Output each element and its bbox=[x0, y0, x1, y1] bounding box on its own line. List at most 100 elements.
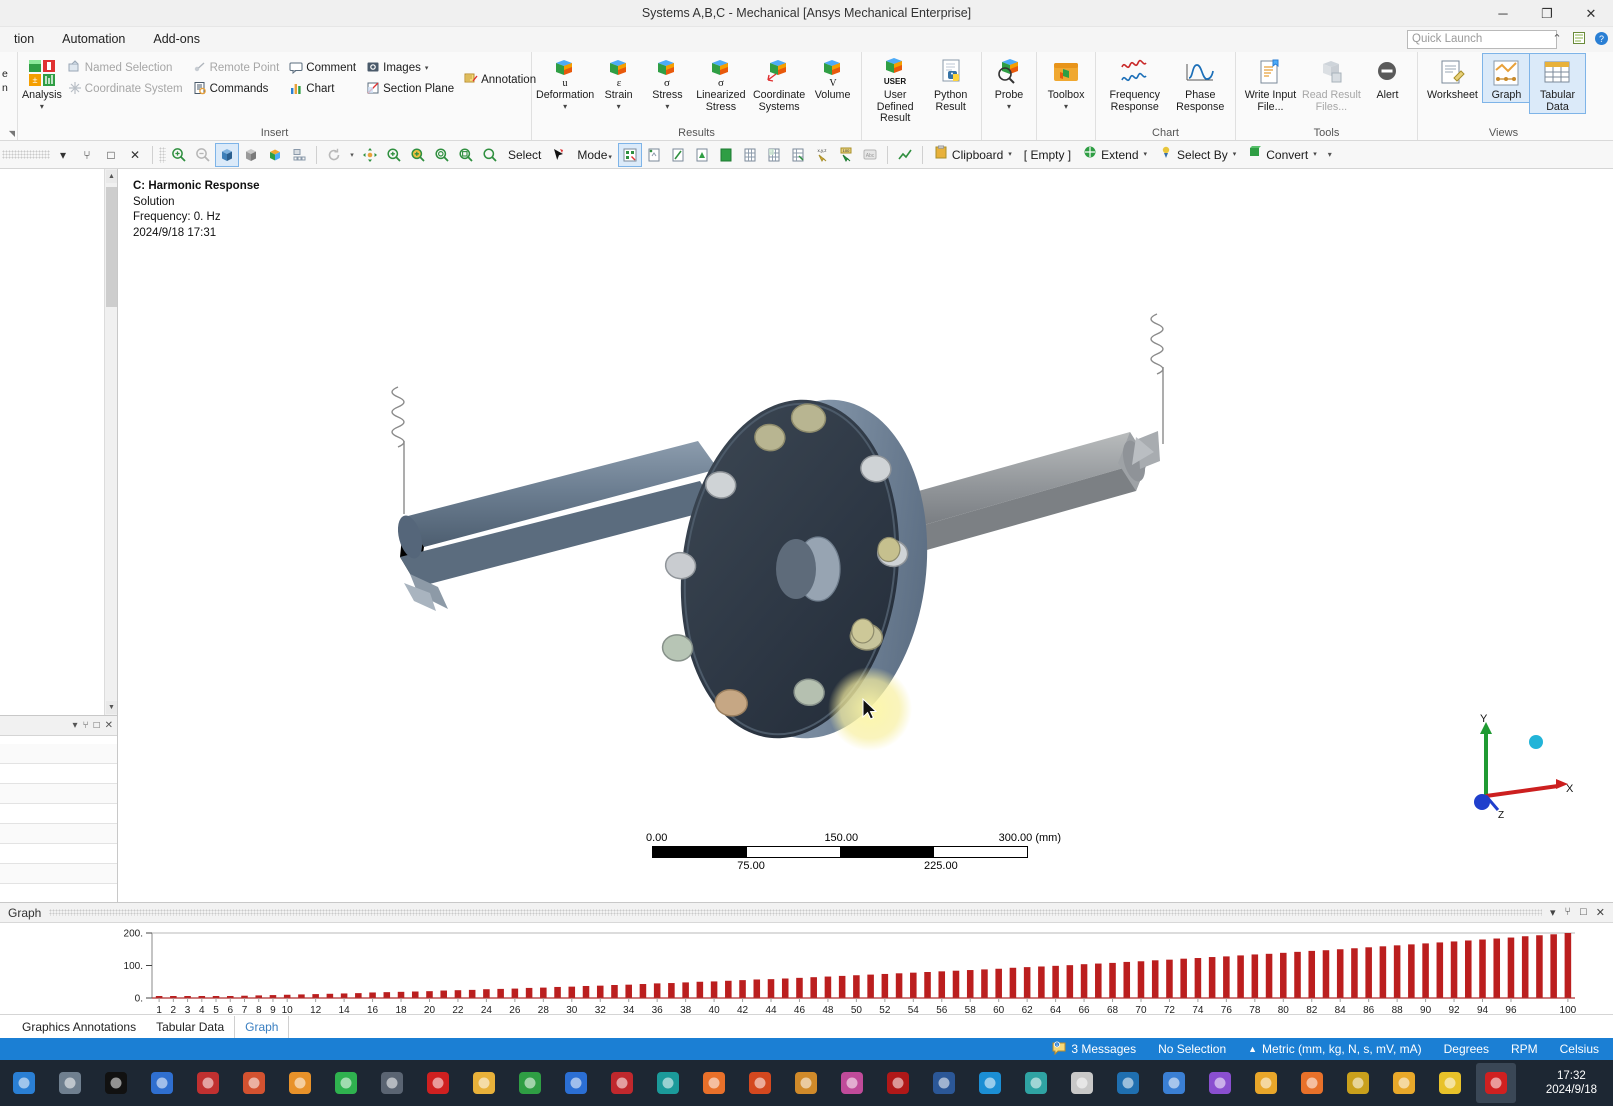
flange-assembly-model[interactable] bbox=[118, 169, 1613, 902]
xyz-probe-icon[interactable]: x,y,z bbox=[811, 144, 833, 166]
zoom-in-icon[interactable] bbox=[168, 144, 190, 166]
comment-button[interactable]: Comment bbox=[285, 58, 360, 78]
scroll-up-icon[interactable]: ▲ bbox=[106, 170, 117, 183]
details-row[interactable] bbox=[0, 824, 117, 844]
taskbar-m-icon[interactable] bbox=[1430, 1063, 1470, 1103]
units-status[interactable]: ▲ Metric (mm, kg, N, s, mV, mA) bbox=[1248, 1042, 1421, 1056]
toolbar-grip[interactable] bbox=[2, 150, 50, 159]
rotate-icon[interactable] bbox=[323, 144, 345, 166]
taskbar-ai-icon[interactable] bbox=[1292, 1063, 1332, 1103]
alert-button[interactable]: Alert bbox=[1362, 54, 1413, 102]
taskbar-colors-icon[interactable] bbox=[464, 1063, 504, 1103]
panel-pin-icon[interactable]: ⑂ bbox=[76, 144, 98, 166]
mode-label[interactable]: Mode▾ bbox=[572, 144, 617, 166]
pan-icon[interactable] bbox=[359, 144, 381, 166]
box-select-icon[interactable] bbox=[763, 144, 785, 166]
python-result-button[interactable]: Python Result bbox=[924, 54, 977, 113]
wireframe-icon[interactable] bbox=[240, 144, 262, 166]
toolbox-caret[interactable]: ▾ bbox=[1064, 102, 1068, 111]
previous-view-icon[interactable] bbox=[479, 144, 501, 166]
stress-button[interactable]: σ Stress ▾ bbox=[643, 54, 692, 111]
graph-dropdown-icon[interactable]: ▾ bbox=[1550, 906, 1556, 919]
details-row[interactable] bbox=[0, 744, 117, 764]
show-mesh-icon[interactable] bbox=[264, 144, 286, 166]
user-defined-result-button[interactable]: USER User Defined Result bbox=[866, 54, 924, 125]
zoom-out-icon[interactable] bbox=[192, 144, 214, 166]
taskbar-shield-icon[interactable] bbox=[1016, 1063, 1056, 1103]
taskbar-wechat-icon[interactable] bbox=[326, 1063, 366, 1103]
taskbar-premiere-icon[interactable] bbox=[1200, 1063, 1240, 1103]
remote-point-button[interactable]: Remote Point bbox=[189, 58, 284, 78]
zoom-to-fit-icon[interactable] bbox=[431, 144, 453, 166]
outline-scrollbar[interactable]: ▲ ▼ bbox=[104, 169, 117, 715]
outline-scroll-thumb[interactable] bbox=[106, 187, 117, 307]
clipboard-button[interactable]: Clipboard ▾ bbox=[929, 144, 1017, 166]
details-row[interactable] bbox=[0, 804, 117, 824]
stress-caret[interactable]: ▾ bbox=[665, 102, 669, 111]
select-by-button[interactable]: Select By ▾ bbox=[1154, 144, 1241, 166]
graph-button[interactable]: Graph bbox=[1481, 53, 1532, 103]
panel-dropdown-icon[interactable]: ▾ bbox=[52, 144, 74, 166]
taskbar-matlab-icon[interactable] bbox=[740, 1063, 780, 1103]
menu-item-0[interactable]: tion bbox=[0, 27, 48, 52]
menu-item-addons[interactable]: Add-ons bbox=[139, 27, 214, 52]
tabular-data-button[interactable]: Tabular Data bbox=[1529, 53, 1586, 114]
zoom-region-icon[interactable] bbox=[383, 144, 405, 166]
toolbar-grip-2[interactable] bbox=[159, 146, 166, 163]
write-input-file-button[interactable]: Write Input File... bbox=[1240, 54, 1301, 113]
dialog-launcher-icon[interactable]: ◥ bbox=[9, 129, 15, 138]
images-caret[interactable]: ▾ bbox=[425, 64, 429, 72]
graph-maximize-icon[interactable]: □ bbox=[1580, 906, 1587, 919]
volume-button[interactable]: V Volume bbox=[808, 54, 857, 102]
commands-button[interactable]: Commands bbox=[189, 79, 284, 99]
zoom-to-selection-icon[interactable] bbox=[455, 144, 477, 166]
panel-maximize-icon[interactable]: □ bbox=[100, 144, 122, 166]
menu-item-automation[interactable]: Automation bbox=[48, 27, 139, 52]
extend-button[interactable]: Extend ▾ bbox=[1078, 144, 1152, 166]
taskbar-x-app-icon[interactable] bbox=[556, 1063, 596, 1103]
thicken-annotations-icon[interactable] bbox=[288, 144, 310, 166]
phase-response-button[interactable]: Phase Response bbox=[1169, 54, 1231, 113]
graph-close-icon[interactable]: ✕ bbox=[1596, 906, 1605, 919]
units-caret-icon[interactable]: ▲ bbox=[1248, 1044, 1257, 1054]
select-cursor-icon[interactable] bbox=[548, 144, 570, 166]
strain-caret[interactable]: ▾ bbox=[617, 102, 621, 111]
analysis-caret[interactable]: ▾ bbox=[40, 102, 44, 111]
taskbar-cad-icon[interactable] bbox=[648, 1063, 688, 1103]
taskbar-pc-icon[interactable] bbox=[1108, 1063, 1148, 1103]
chart-toolbar-icon[interactable] bbox=[894, 144, 916, 166]
graph-panel-grip[interactable] bbox=[49, 909, 1542, 916]
face-select-icon[interactable] bbox=[691, 144, 713, 166]
restore-button[interactable]: ❐ bbox=[1525, 0, 1569, 27]
details-row[interactable] bbox=[0, 764, 117, 784]
deformation-caret[interactable]: ▾ bbox=[563, 102, 567, 111]
annotation-preview-icon[interactable]: Abc bbox=[859, 144, 881, 166]
taskbar-wb2-icon[interactable] bbox=[1384, 1063, 1424, 1103]
graph-pin-icon[interactable]: ⑂ bbox=[1565, 906, 1572, 919]
messages-status[interactable]: 1 3 Messages bbox=[1052, 1041, 1136, 1058]
frequency-response-button[interactable]: Frequency Response bbox=[1100, 54, 1169, 113]
read-result-files-button[interactable]: Read Result Files... bbox=[1301, 54, 1362, 113]
taskbar-record2-icon[interactable] bbox=[1476, 1063, 1516, 1103]
taskbar-start-icon[interactable] bbox=[4, 1063, 44, 1103]
lasso-select-icon[interactable] bbox=[787, 144, 809, 166]
chevron-up-icon[interactable]: ⌃ bbox=[1549, 30, 1565, 46]
graph-plot-area[interactable]: 0. 100. 200. 1 2 3 4 5 6 7 8 9 10 12 14 16 18 20 22 24 26 28 3… bbox=[0, 923, 1613, 1017]
quick-launch-input[interactable]: Quick Launch bbox=[1407, 30, 1557, 49]
taskbar-task-view-icon[interactable] bbox=[50, 1063, 90, 1103]
help-icon[interactable]: ? bbox=[1593, 30, 1609, 46]
taskbar-powerpoint-icon[interactable] bbox=[234, 1063, 274, 1103]
details-close-icon[interactable]: ✕ bbox=[105, 720, 113, 731]
taskbar-unity-icon[interactable] bbox=[372, 1063, 412, 1103]
taskbar-edge-icon[interactable] bbox=[970, 1063, 1010, 1103]
shaded-exterior-icon[interactable] bbox=[215, 142, 239, 167]
close-button[interactable]: ✕ bbox=[1569, 0, 1613, 27]
taskbar-app-blue-icon[interactable] bbox=[142, 1063, 182, 1103]
panel-close-icon[interactable]: ✕ bbox=[124, 144, 146, 166]
taskbar-wb-icon[interactable] bbox=[1246, 1063, 1286, 1103]
deformation-button[interactable]: u Deformation ▾ bbox=[536, 54, 594, 111]
details-dropdown-icon[interactable]: ▾ bbox=[73, 720, 78, 731]
outline-tree-panel[interactable]: ▲ ▼ bbox=[0, 169, 117, 716]
coordinate-triad[interactable]: Y X Z bbox=[1458, 714, 1578, 824]
worksheet-button[interactable]: Worksheet bbox=[1422, 54, 1483, 102]
